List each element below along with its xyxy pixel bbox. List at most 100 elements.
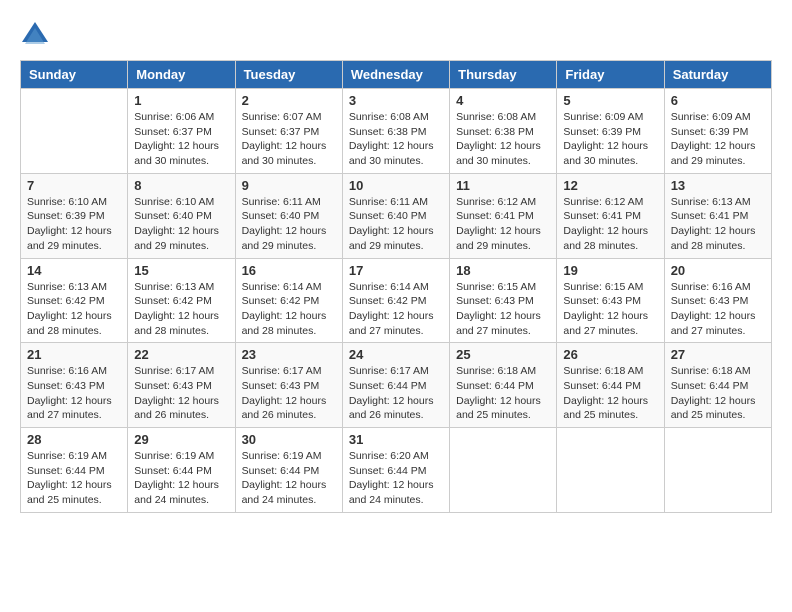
day-info: Sunrise: 6:13 AM Sunset: 6:42 PM Dayligh…	[27, 280, 121, 339]
calendar-cell: 18 Sunrise: 6:15 AM Sunset: 6:43 PM Dayli…	[450, 258, 557, 343]
day-info: Sunrise: 6:11 AM Sunset: 6:40 PM Dayligh…	[242, 195, 336, 254]
day-number: 27	[671, 347, 765, 362]
day-info: Sunrise: 6:17 AM Sunset: 6:44 PM Dayligh…	[349, 364, 443, 423]
calendar-week-row: 14 Sunrise: 6:13 AM Sunset: 6:42 PM Dayli…	[21, 258, 772, 343]
calendar-cell: 19Sunrise: 6:15 AM Sunset: 6:43 PM Dayli…	[557, 258, 664, 343]
calendar-cell: 16 Sunrise: 6:14 AM Sunset: 6:42 PM Dayli…	[235, 258, 342, 343]
calendar-header-sunday: Sunday	[21, 61, 128, 89]
calendar-cell: 8 Sunrise: 6:10 AM Sunset: 6:40 PM Daylig…	[128, 173, 235, 258]
calendar-header-friday: Friday	[557, 61, 664, 89]
calendar-cell	[664, 428, 771, 513]
day-number: 25	[456, 347, 550, 362]
day-info: Sunrise: 6:11 AM Sunset: 6:40 PM Dayligh…	[349, 195, 443, 254]
calendar-week-row: 28Sunrise: 6:19 AM Sunset: 6:44 PM Dayli…	[21, 428, 772, 513]
calendar-header-row: SundayMondayTuesdayWednesdayThursdayFrid…	[21, 61, 772, 89]
day-number: 23	[242, 347, 336, 362]
logo-icon	[20, 20, 50, 50]
day-info: Sunrise: 6:14 AM Sunset: 6:42 PM Dayligh…	[242, 280, 336, 339]
day-info: Sunrise: 6:13 AM Sunset: 6:42 PM Dayligh…	[134, 280, 228, 339]
day-number: 26	[563, 347, 657, 362]
day-number: 2	[242, 93, 336, 108]
day-number: 13	[671, 178, 765, 193]
day-number: 24	[349, 347, 443, 362]
day-info: Sunrise: 6:17 AM Sunset: 6:43 PM Dayligh…	[134, 364, 228, 423]
calendar-cell: 21 Sunrise: 6:16 AM Sunset: 6:43 PM Dayli…	[21, 343, 128, 428]
day-number: 29	[134, 432, 228, 447]
calendar-header-tuesday: Tuesday	[235, 61, 342, 89]
day-number: 5	[563, 93, 657, 108]
calendar-header-monday: Monday	[128, 61, 235, 89]
day-number: 3	[349, 93, 443, 108]
calendar-body: 1 Sunrise: 6:06 AM Sunset: 6:37 PM Daylig…	[21, 89, 772, 513]
calendar-cell: 29Sunrise: 6:19 AM Sunset: 6:44 PM Dayli…	[128, 428, 235, 513]
calendar-cell	[450, 428, 557, 513]
day-info: Sunrise: 6:19 AM Sunset: 6:44 PM Dayligh…	[27, 449, 121, 508]
day-info: Sunrise: 6:13 AM Sunset: 6:41 PM Dayligh…	[671, 195, 765, 254]
day-number: 31	[349, 432, 443, 447]
day-info: Sunrise: 6:12 AM Sunset: 6:41 PM Dayligh…	[563, 195, 657, 254]
calendar-cell: 2 Sunrise: 6:07 AM Sunset: 6:37 PM Daylig…	[235, 89, 342, 174]
calendar-header-saturday: Saturday	[664, 61, 771, 89]
day-number: 30	[242, 432, 336, 447]
day-number: 20	[671, 263, 765, 278]
logo	[20, 20, 54, 50]
day-info: Sunrise: 6:15 AM Sunset: 6:43 PM Dayligh…	[456, 280, 550, 339]
calendar-cell: 7 Sunrise: 6:10 AM Sunset: 6:39 PM Daylig…	[21, 173, 128, 258]
calendar-cell: 4 Sunrise: 6:08 AM Sunset: 6:38 PM Daylig…	[450, 89, 557, 174]
day-number: 4	[456, 93, 550, 108]
calendar-cell: 9 Sunrise: 6:11 AM Sunset: 6:40 PM Daylig…	[235, 173, 342, 258]
calendar-cell: 20 Sunrise: 6:16 AM Sunset: 6:43 PM Dayli…	[664, 258, 771, 343]
calendar-week-row: 1 Sunrise: 6:06 AM Sunset: 6:37 PM Daylig…	[21, 89, 772, 174]
day-number: 16	[242, 263, 336, 278]
day-number: 14	[27, 263, 121, 278]
calendar-cell: 11 Sunrise: 6:12 AM Sunset: 6:41 PM Dayli…	[450, 173, 557, 258]
day-number: 6	[671, 93, 765, 108]
day-info: Sunrise: 6:18 AM Sunset: 6:44 PM Dayligh…	[671, 364, 765, 423]
day-number: 18	[456, 263, 550, 278]
calendar-cell: 27 Sunrise: 6:18 AM Sunset: 6:44 PM Dayli…	[664, 343, 771, 428]
calendar-cell: 1 Sunrise: 6:06 AM Sunset: 6:37 PM Daylig…	[128, 89, 235, 174]
day-info: Sunrise: 6:07 AM Sunset: 6:37 PM Dayligh…	[242, 110, 336, 169]
day-info: Sunrise: 6:08 AM Sunset: 6:38 PM Dayligh…	[456, 110, 550, 169]
day-info: Sunrise: 6:10 AM Sunset: 6:40 PM Dayligh…	[134, 195, 228, 254]
calendar-cell	[557, 428, 664, 513]
calendar-cell: 12 Sunrise: 6:12 AM Sunset: 6:41 PM Dayli…	[557, 173, 664, 258]
calendar-table: SundayMondayTuesdayWednesdayThursdayFrid…	[20, 60, 772, 513]
day-info: Sunrise: 6:16 AM Sunset: 6:43 PM Dayligh…	[27, 364, 121, 423]
day-info: Sunrise: 6:17 AM Sunset: 6:43 PM Dayligh…	[242, 364, 336, 423]
calendar-cell: 30Sunrise: 6:19 AM Sunset: 6:44 PM Dayli…	[235, 428, 342, 513]
calendar-week-row: 21 Sunrise: 6:16 AM Sunset: 6:43 PM Dayli…	[21, 343, 772, 428]
day-info: Sunrise: 6:16 AM Sunset: 6:43 PM Dayligh…	[671, 280, 765, 339]
calendar-cell: 5 Sunrise: 6:09 AM Sunset: 6:39 PM Daylig…	[557, 89, 664, 174]
day-info: Sunrise: 6:18 AM Sunset: 6:44 PM Dayligh…	[563, 364, 657, 423]
day-info: Sunrise: 6:08 AM Sunset: 6:38 PM Dayligh…	[349, 110, 443, 169]
day-number: 21	[27, 347, 121, 362]
page-header	[20, 20, 772, 50]
day-info: Sunrise: 6:18 AM Sunset: 6:44 PM Dayligh…	[456, 364, 550, 423]
calendar-cell: 28Sunrise: 6:19 AM Sunset: 6:44 PM Dayli…	[21, 428, 128, 513]
day-number: 7	[27, 178, 121, 193]
day-info: Sunrise: 6:12 AM Sunset: 6:41 PM Dayligh…	[456, 195, 550, 254]
calendar-cell: 31 Sunrise: 6:20 AM Sunset: 6:44 PM Dayli…	[342, 428, 449, 513]
calendar-cell: 24 Sunrise: 6:17 AM Sunset: 6:44 PM Dayli…	[342, 343, 449, 428]
day-info: Sunrise: 6:10 AM Sunset: 6:39 PM Dayligh…	[27, 195, 121, 254]
calendar-cell	[21, 89, 128, 174]
day-number: 12	[563, 178, 657, 193]
calendar-cell: 17Sunrise: 6:14 AM Sunset: 6:42 PM Dayli…	[342, 258, 449, 343]
day-number: 10	[349, 178, 443, 193]
day-number: 1	[134, 93, 228, 108]
calendar-week-row: 7 Sunrise: 6:10 AM Sunset: 6:39 PM Daylig…	[21, 173, 772, 258]
calendar-header-wednesday: Wednesday	[342, 61, 449, 89]
calendar-cell: 3 Sunrise: 6:08 AM Sunset: 6:38 PM Daylig…	[342, 89, 449, 174]
calendar-cell: 22Sunrise: 6:17 AM Sunset: 6:43 PM Dayli…	[128, 343, 235, 428]
day-number: 11	[456, 178, 550, 193]
day-number: 8	[134, 178, 228, 193]
day-info: Sunrise: 6:09 AM Sunset: 6:39 PM Dayligh…	[563, 110, 657, 169]
day-number: 15	[134, 263, 228, 278]
day-info: Sunrise: 6:09 AM Sunset: 6:39 PM Dayligh…	[671, 110, 765, 169]
day-info: Sunrise: 6:06 AM Sunset: 6:37 PM Dayligh…	[134, 110, 228, 169]
day-number: 9	[242, 178, 336, 193]
day-number: 17	[349, 263, 443, 278]
calendar-cell: 10 Sunrise: 6:11 AM Sunset: 6:40 PM Dayli…	[342, 173, 449, 258]
day-info: Sunrise: 6:20 AM Sunset: 6:44 PM Dayligh…	[349, 449, 443, 508]
